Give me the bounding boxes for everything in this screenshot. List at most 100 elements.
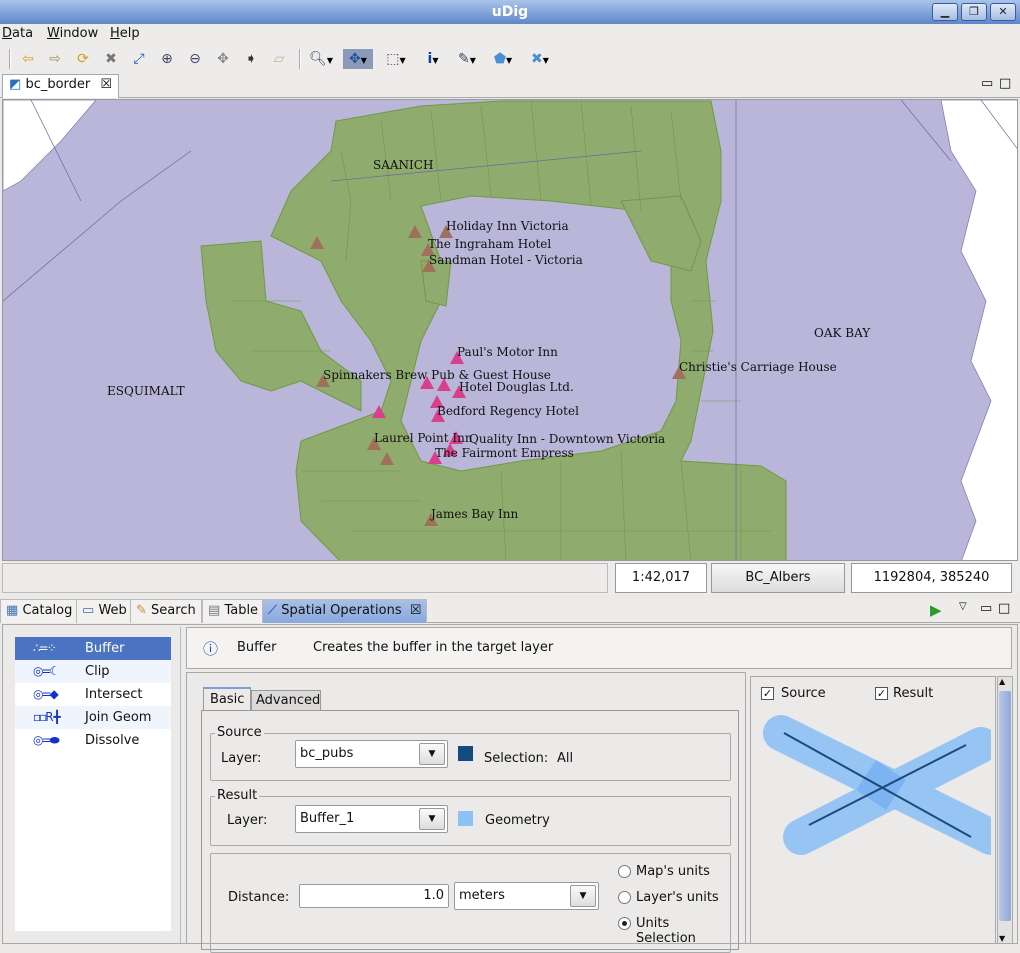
source-color-swatch[interactable] bbox=[458, 746, 473, 761]
zoom-tool-icon[interactable]: 🔍︎▼ bbox=[306, 49, 336, 69]
scroll-down-icon[interactable]: ▼ bbox=[999, 934, 1005, 943]
hotel-label: Paul's Motor Inn bbox=[457, 345, 558, 359]
minimize-button[interactable]: ▁ bbox=[932, 3, 958, 21]
pan-icon[interactable]: ✥ bbox=[212, 49, 234, 69]
minimize-view-icon[interactable]: ▭ bbox=[980, 601, 992, 616]
edit-tool-icon[interactable]: ✎▼ bbox=[452, 49, 482, 69]
scale-field[interactable]: 1:42,017 bbox=[615, 563, 707, 593]
distance-label: Distance: bbox=[228, 890, 290, 905]
operation-label: Clip bbox=[85, 664, 110, 679]
group-label: Source bbox=[215, 725, 264, 740]
chevron-down-icon[interactable]: ▼ bbox=[570, 885, 596, 907]
tab-web[interactable]: ▭ Web bbox=[76, 599, 133, 623]
zoom-extent-icon[interactable]: ⤢ bbox=[128, 49, 150, 69]
distance-group: Distance: 1.0 meters ▼ Map's units Layer'… bbox=[210, 853, 731, 953]
clip-icon: ◎=☾ bbox=[33, 664, 60, 678]
menu-data[interactable]: Data bbox=[2, 26, 33, 41]
coordinates-field: 1192804, 385240 bbox=[851, 563, 1012, 593]
map-canvas[interactable]: SAANICH OAK BAY ESQUIMALT Holiday Inn Vi… bbox=[2, 99, 1018, 561]
distance-input[interactable]: 1.0 bbox=[299, 884, 449, 908]
menu-help[interactable]: Help bbox=[110, 26, 140, 41]
tab-search[interactable]: ✎ Search bbox=[130, 599, 202, 623]
back-icon[interactable]: ⇦ bbox=[17, 49, 39, 69]
hotel-label: The Fairmont Empress bbox=[435, 446, 574, 460]
radio-label: Map's units bbox=[636, 864, 710, 879]
result-layer-combo[interactable]: Buffer_1 ▼ bbox=[295, 805, 448, 833]
close-tab-icon[interactable]: ☒ bbox=[100, 77, 112, 92]
eraser-icon[interactable]: ▱ bbox=[268, 49, 290, 69]
scrollbar-thumb[interactable] bbox=[999, 691, 1011, 921]
maximize-view-icon[interactable]: □ bbox=[999, 76, 1011, 91]
create-feature-icon[interactable]: ⬟▼ bbox=[488, 49, 518, 69]
tab-basic[interactable]: Basic bbox=[203, 687, 251, 711]
operation-info: ⓘ Buffer Creates the buffer in the targe… bbox=[186, 627, 1012, 669]
map-icon: ◩ bbox=[9, 77, 22, 92]
combo-value: meters bbox=[459, 888, 505, 903]
forward-icon[interactable]: ⇨ bbox=[44, 49, 66, 69]
catalog-icon: ▦ bbox=[6, 603, 19, 618]
refresh-icon[interactable]: ⟳ bbox=[72, 49, 94, 69]
hotel-label: The Ingraham Hotel bbox=[428, 237, 551, 251]
hotel-label: Laurel Point Inn bbox=[374, 431, 473, 445]
tab-spatial-operations[interactable]: ⟋ Spatial Operations ☒ bbox=[262, 599, 428, 623]
tab-table[interactable]: ▤ Table bbox=[202, 599, 265, 623]
maximize-view-icon[interactable]: □ bbox=[998, 601, 1010, 616]
zoom-out-icon[interactable]: ⊖ bbox=[184, 49, 206, 69]
stop-icon[interactable]: ✖ bbox=[100, 49, 122, 69]
radio-units-selection[interactable] bbox=[618, 917, 631, 930]
tab-advanced[interactable]: Advanced bbox=[251, 690, 321, 710]
tab-label: Basic bbox=[210, 692, 245, 707]
result-color-swatch[interactable] bbox=[458, 811, 473, 826]
tab-label: Spatial Operations bbox=[281, 603, 402, 618]
operation-label: Buffer bbox=[85, 641, 125, 656]
pan-tool-icon[interactable]: ✥▼ bbox=[343, 49, 373, 69]
tab-catalog[interactable]: ▦ Catalog bbox=[0, 599, 79, 623]
select-tool-icon[interactable]: ⬚▼ bbox=[381, 49, 411, 69]
info-icon: ⓘ bbox=[203, 640, 219, 658]
spatial-ops-icon: ⟋ bbox=[268, 603, 278, 618]
radio-layers-units[interactable] bbox=[618, 891, 631, 904]
tab-label: bc_border bbox=[25, 77, 91, 92]
splitter[interactable] bbox=[180, 627, 183, 943]
result-checkbox[interactable]: ✓ bbox=[875, 687, 888, 700]
hotel-label: Holiday Inn Victoria bbox=[446, 219, 569, 233]
menu-window[interactable]: Window bbox=[47, 26, 98, 41]
operation-join-geom[interactable]: ▫▫R ╋ Join Geom bbox=[15, 706, 171, 729]
geometry-label: Geometry bbox=[485, 813, 550, 828]
chevron-down-icon[interactable]: ▼ bbox=[419, 808, 445, 830]
view-menu-icon[interactable]: ▽ bbox=[959, 601, 967, 612]
source-checkbox[interactable]: ✓ bbox=[761, 687, 774, 700]
operation-buffer[interactable]: ∴=⁘ Buffer bbox=[15, 637, 171, 660]
crs-button[interactable]: BC_Albers bbox=[711, 563, 845, 593]
minimize-view-icon[interactable]: ▭ bbox=[981, 76, 993, 91]
delete-feature-icon[interactable]: ✖▼ bbox=[525, 49, 555, 69]
info-tool-icon[interactable]: i▼ bbox=[418, 49, 448, 69]
operation-clip[interactable]: ◎=☾ Clip bbox=[15, 660, 171, 683]
close-button[interactable]: ✕ bbox=[990, 3, 1016, 21]
preview-panel: ✓ Source ✓ Result bbox=[750, 676, 996, 944]
scroll-up-icon[interactable]: ▲ bbox=[999, 677, 1005, 686]
tab-label: Table bbox=[224, 603, 259, 618]
next-icon[interactable]: ➧ bbox=[240, 49, 262, 69]
operation-dissolve[interactable]: ◎=⬬ Dissolve bbox=[15, 729, 171, 752]
run-icon[interactable]: ▶ bbox=[930, 601, 942, 619]
chevron-down-icon[interactable]: ▼ bbox=[419, 743, 445, 765]
maximize-button[interactable]: ❐ bbox=[961, 3, 987, 21]
map-status-bar: 1:42,017 BC_Albers 1192804, 385240 bbox=[2, 561, 1018, 595]
selection-label: Selection: bbox=[484, 751, 549, 766]
web-icon: ▭ bbox=[82, 603, 95, 618]
close-tab-icon[interactable]: ☒ bbox=[410, 603, 422, 618]
vertical-scrollbar[interactable]: ▲ ▼ bbox=[997, 676, 1013, 944]
source-layer-combo[interactable]: bc_pubs ▼ bbox=[295, 740, 448, 768]
tab-bc-border[interactable]: ◩ bc_border ☒ bbox=[2, 74, 120, 98]
operations-list: ∴=⁘ Buffer ◎=☾ Clip ◎=◆ Intersect ▫▫R ╋ Join… bbox=[15, 637, 171, 931]
zoom-in-icon[interactable]: ⊕ bbox=[156, 49, 178, 69]
operation-label: Dissolve bbox=[85, 733, 140, 748]
units-combo[interactable]: meters ▼ bbox=[454, 882, 599, 910]
combo-value: Buffer_1 bbox=[300, 811, 355, 826]
hotel-label: James Bay Inn bbox=[429, 507, 518, 521]
radio-maps-units[interactable] bbox=[618, 865, 631, 878]
menu-bar: Data Window Help bbox=[0, 24, 1020, 45]
operation-intersect[interactable]: ◎=◆ Intersect bbox=[15, 683, 171, 706]
title-bar: uDig bbox=[0, 0, 1020, 24]
